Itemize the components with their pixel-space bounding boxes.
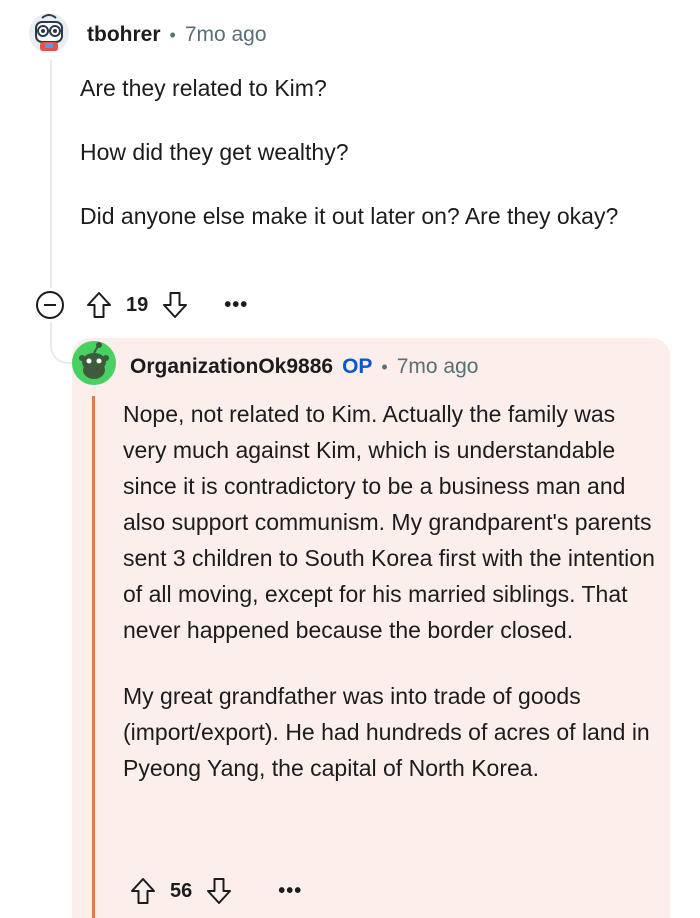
comment-header: tbohrer • 7mo ago	[87, 20, 267, 50]
op-badge: OP	[342, 355, 373, 378]
downvote-icon[interactable]	[162, 291, 188, 319]
comment-paragraph: How did they get wealthy?	[80, 139, 349, 165]
comment-paragraph: Nope, not related to Kim. Actually the f…	[123, 401, 655, 643]
comment-actions: 56 •••	[130, 874, 302, 908]
avatar[interactable]	[71, 340, 117, 386]
collapse-icon[interactable]	[36, 291, 64, 319]
timestamp[interactable]: 7mo ago	[397, 355, 479, 379]
comment-actions: 19 •••	[36, 288, 248, 322]
avatar[interactable]	[28, 12, 70, 54]
comment-paragraph: Are they related to Kim?	[80, 75, 327, 101]
separator-dot: •	[169, 24, 176, 45]
downvote-icon[interactable]	[206, 877, 232, 905]
vote-count: 19	[126, 293, 149, 316]
comment-paragraph: Did anyone else make it out later on? Ar…	[80, 203, 619, 229]
more-options-icon[interactable]: •••	[278, 881, 302, 901]
comment-paragraph: My great grandfather was into trade of g…	[123, 683, 650, 781]
upvote-icon[interactable]	[130, 877, 156, 905]
vote-count: 56	[170, 879, 193, 902]
thread-line[interactable]	[50, 60, 52, 288]
timestamp[interactable]: 7mo ago	[185, 23, 267, 47]
comment-header: OrganizationOk9886 OP • 7mo ago	[130, 352, 478, 382]
vote-group: 56	[130, 877, 232, 905]
comment-body: Are they related to Kim? How did they ge…	[80, 70, 640, 262]
comment-body: Nope, not related to Kim. Actually the f…	[123, 396, 663, 816]
more-options-icon[interactable]: •••	[224, 295, 248, 315]
username[interactable]: tbohrer	[87, 23, 161, 47]
reply-thread-line[interactable]	[92, 396, 95, 918]
separator-dot: •	[381, 356, 388, 377]
comment-thread: tbohrer • 7mo ago Are they related to Ki…	[0, 0, 700, 918]
vote-group: 19	[86, 291, 188, 319]
upvote-icon[interactable]	[86, 291, 112, 319]
username[interactable]: OrganizationOk9886	[130, 355, 333, 379]
